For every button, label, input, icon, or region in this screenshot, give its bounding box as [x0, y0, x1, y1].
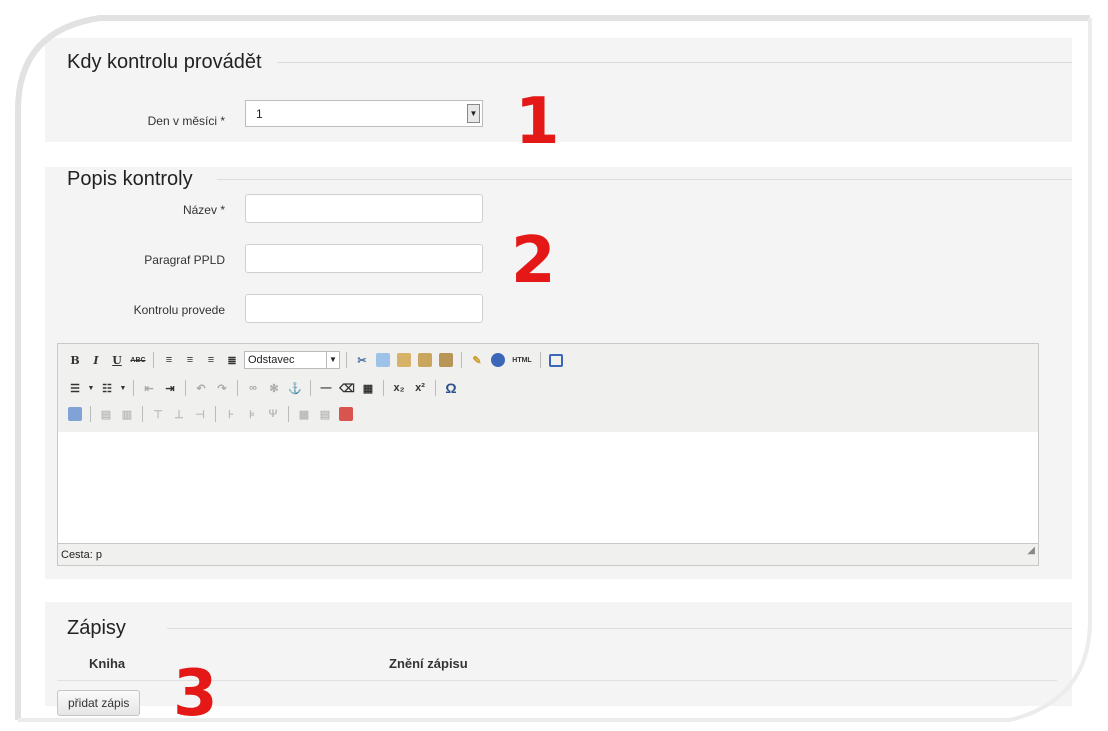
- insert-col-after-icon[interactable]: ⊧: [243, 405, 261, 423]
- toolbar-row-1: B I U ABC ≡ ≡ ≡ ≣ Odstavec ▼ ✂ ✎ HTML: [66, 350, 565, 370]
- unlink-icon[interactable]: ✻: [265, 379, 283, 397]
- toolbar-separator: [435, 380, 436, 396]
- align-justify-icon[interactable]: ≣: [223, 351, 241, 369]
- help-icon[interactable]: [489, 351, 507, 369]
- align-left-icon[interactable]: ≡: [160, 351, 178, 369]
- undo-icon[interactable]: ↶: [192, 379, 210, 397]
- form-card: Kdy kontrolu provádět Den v měsíci * 1 ▼…: [30, 20, 1090, 720]
- row-props-icon[interactable]: ▤: [97, 405, 115, 423]
- split-cells-icon[interactable]: ▦: [295, 405, 313, 423]
- day-select[interactable]: 1 ▼: [245, 100, 483, 127]
- insert-col-before-icon[interactable]: ⊦: [222, 405, 240, 423]
- toolbar-separator: [310, 380, 311, 396]
- toolbar-separator: [346, 352, 347, 368]
- editor-status-bar: Cesta: p ◢: [58, 543, 1038, 565]
- align-center-icon[interactable]: ≡: [181, 351, 199, 369]
- toolbar-separator: [133, 380, 134, 396]
- html-icon[interactable]: HTML: [510, 351, 534, 369]
- name-input[interactable]: [245, 194, 483, 223]
- subscript-button[interactable]: x₂: [390, 379, 408, 397]
- performer-input[interactable]: [245, 294, 483, 323]
- fullscreen-icon[interactable]: [547, 351, 565, 369]
- paragraph-label: Paragraf PPLD: [144, 253, 225, 267]
- redo-icon[interactable]: ↷: [213, 379, 231, 397]
- special-char-button[interactable]: Ω: [442, 379, 460, 397]
- legend-divider: [277, 62, 1072, 63]
- eraser-icon[interactable]: ⌫: [338, 379, 356, 397]
- paste-word-icon[interactable]: [437, 351, 455, 369]
- toolbar-row-3: ▤ ▥ ⊤ ⊥ ⊣ ⊦ ⊧ Ψ ▦ ▤: [66, 404, 355, 424]
- delete-col-icon[interactable]: Ψ: [264, 405, 282, 423]
- marker-2: 2: [511, 224, 556, 298]
- format-select-value: Odstavec: [248, 354, 295, 366]
- toolbar-separator: [142, 406, 143, 422]
- indent-icon[interactable]: ⇥: [161, 379, 179, 397]
- rich-text-editor: B I U ABC ≡ ≡ ≡ ≣ Odstavec ▼ ✂ ✎ HTML ☰ …: [57, 343, 1039, 566]
- link-icon[interactable]: ∞: [244, 379, 262, 397]
- toolbar-separator: [237, 380, 238, 396]
- delete-table-icon[interactable]: [337, 405, 355, 423]
- underline-button[interactable]: U: [108, 351, 126, 369]
- toolbar-separator: [288, 406, 289, 422]
- fieldset-records: Zápisy Kniha Znění zápisu přidat zápis 3: [45, 602, 1072, 720]
- delete-row-icon[interactable]: ⊣: [191, 405, 209, 423]
- horizontal-rule-icon[interactable]: —: [317, 379, 335, 397]
- anchor-icon[interactable]: ⚓: [286, 379, 304, 397]
- name-label: Název *: [182, 203, 225, 217]
- merge-cells-icon[interactable]: ▤: [316, 405, 334, 423]
- toolbar-separator: [215, 406, 216, 422]
- column-header-text: Znění zápisu: [389, 656, 468, 671]
- marker-3: 3: [173, 657, 218, 720]
- legend-divider: [167, 628, 1072, 629]
- insert-row-before-icon[interactable]: ⊤: [149, 405, 167, 423]
- paste-text-icon[interactable]: [416, 351, 434, 369]
- italic-button[interactable]: I: [87, 351, 105, 369]
- toolbar-separator: [153, 352, 154, 368]
- table-icon[interactable]: ▦: [359, 379, 377, 397]
- chevron-down-icon[interactable]: ▼: [119, 379, 127, 397]
- chevron-down-icon: ▼: [326, 352, 339, 368]
- resize-handle-icon[interactable]: ◢: [1027, 540, 1035, 562]
- add-record-button[interactable]: přidat zápis: [57, 690, 141, 716]
- copy-icon[interactable]: [374, 351, 392, 369]
- editor-content-area[interactable]: [58, 432, 1038, 543]
- day-select-value: 1: [256, 107, 263, 121]
- superscript-button[interactable]: x²: [411, 379, 429, 397]
- toolbar-separator: [185, 380, 186, 396]
- column-header-book: Kniha: [89, 656, 126, 671]
- legend-divider: [217, 179, 1072, 180]
- outdent-icon[interactable]: ⇤: [140, 379, 158, 397]
- editor-toolbar: B I U ABC ≡ ≡ ≡ ≣ Odstavec ▼ ✂ ✎ HTML ☰ …: [58, 344, 1038, 433]
- cleanup-icon[interactable]: ✎: [468, 351, 486, 369]
- format-select[interactable]: Odstavec ▼: [244, 351, 340, 369]
- chevron-down-icon[interactable]: ▼: [467, 104, 480, 123]
- toolbar-separator: [90, 406, 91, 422]
- chevron-down-icon[interactable]: ▼: [87, 379, 95, 397]
- fieldset-description: Popis kontroly Název * Paragraf PPLD Kon…: [45, 167, 1072, 579]
- toolbar-separator: [461, 352, 462, 368]
- status-path: Cesta: p: [61, 549, 102, 561]
- toolbar-row-2: ☰ ▼ ☷ ▼ ⇤ ⇥ ↶ ↷ ∞ ✻ ⚓ — ⌫ ▦ x₂ x² Ω: [66, 378, 460, 398]
- bullet-list-icon[interactable]: ☰: [66, 379, 84, 397]
- paste-icon[interactable]: [395, 351, 413, 369]
- performer-label: Kontrolu provede: [133, 303, 225, 317]
- marker-1: 1: [515, 85, 560, 159]
- legend-records: Zápisy: [67, 617, 126, 639]
- cell-props-icon[interactable]: ▥: [118, 405, 136, 423]
- toolbar-separator: [540, 352, 541, 368]
- strikethrough-button[interactable]: ABC: [129, 351, 147, 369]
- insert-row-after-icon[interactable]: ⊥: [170, 405, 188, 423]
- day-label: Den v měsíci *: [147, 114, 225, 128]
- fieldset-when: Kdy kontrolu provádět Den v měsíci * 1 ▼…: [45, 38, 1072, 154]
- align-right-icon[interactable]: ≡: [202, 351, 220, 369]
- edit-table-icon[interactable]: [66, 405, 84, 423]
- legend-when: Kdy kontrolu provádět: [67, 51, 262, 73]
- bold-button[interactable]: B: [66, 351, 84, 369]
- paragraph-input[interactable]: [245, 244, 483, 273]
- numbered-list-icon[interactable]: ☷: [98, 379, 116, 397]
- cut-icon[interactable]: ✂: [353, 351, 371, 369]
- toolbar-separator: [383, 380, 384, 396]
- legend-description: Popis kontroly: [67, 168, 193, 190]
